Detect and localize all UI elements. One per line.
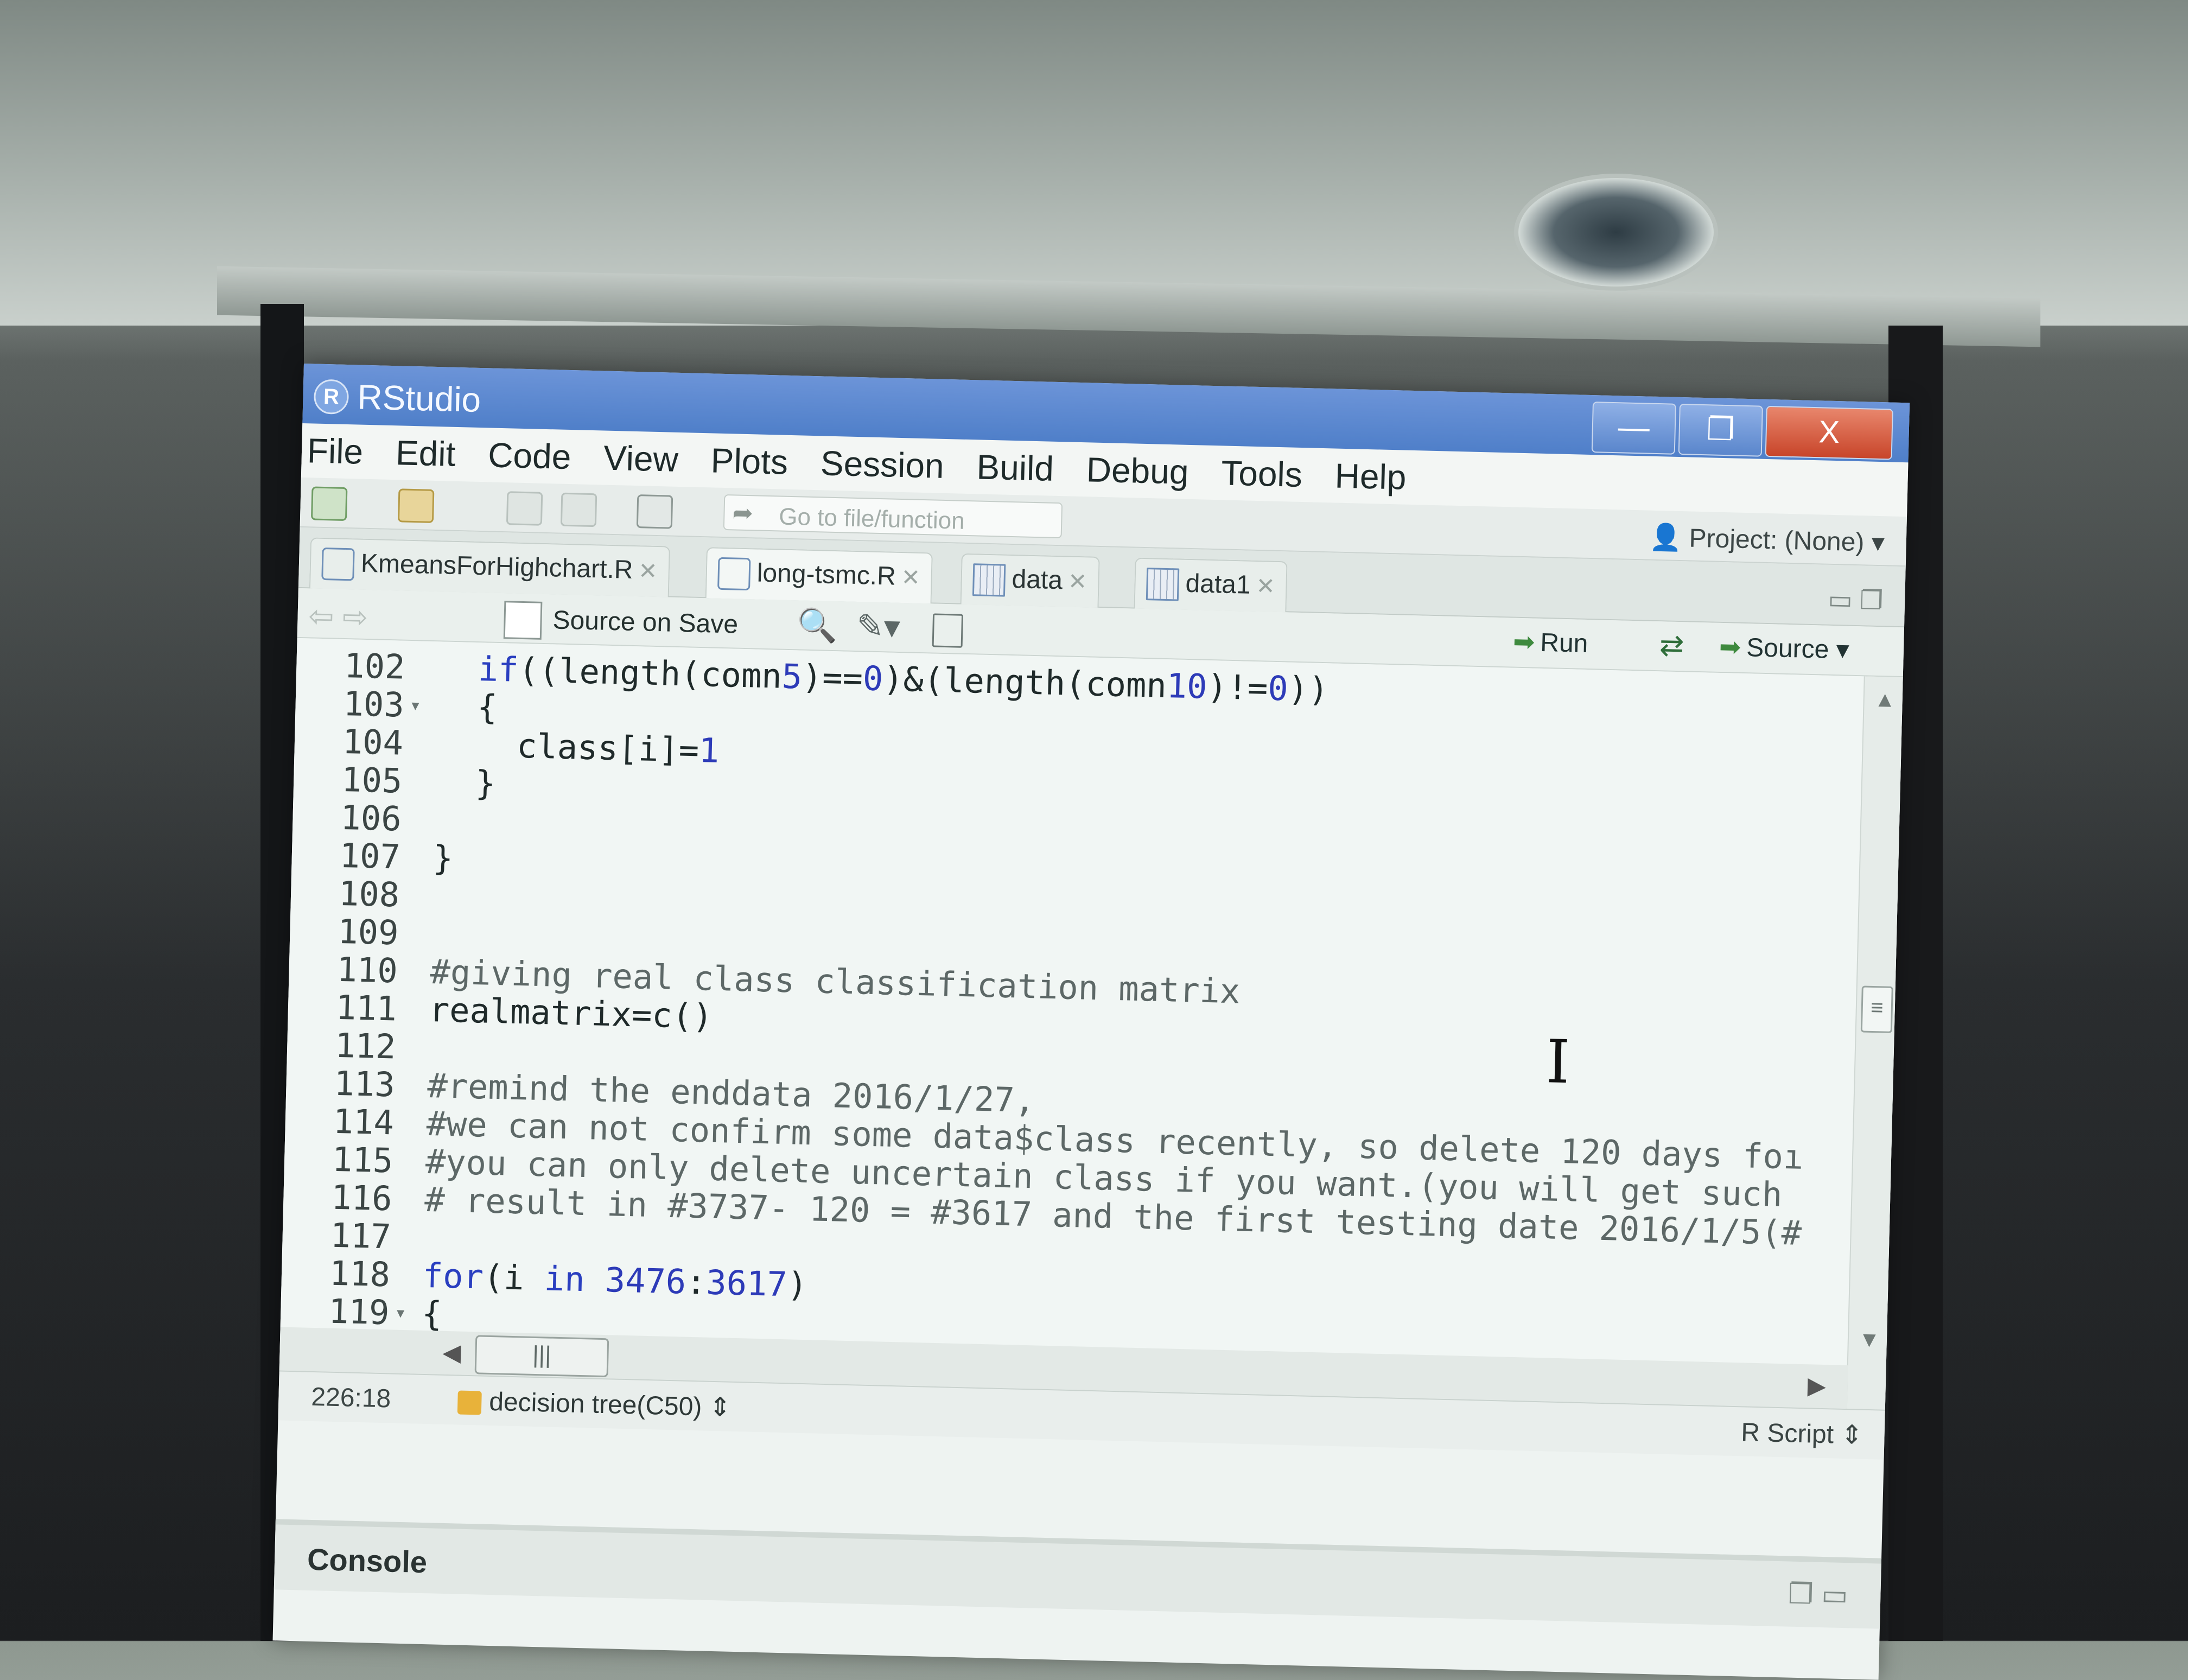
maximize-pane-icon[interactable]: ▭ [1821,1579,1849,1611]
rstudio-logo-icon: R [313,379,349,415]
tab-label: data [1012,565,1063,595]
pane-controls: ▭ ❐ [1828,584,1884,616]
scope-selector[interactable]: decision tree(C50) ⇕ [457,1386,732,1423]
scroll-left-icon[interactable]: ◀ [442,1339,461,1367]
source-on-save-label: Source on Save [552,606,739,639]
cursor-position: 226:18 [310,1382,391,1414]
close-button[interactable]: X [1765,405,1893,460]
project-menu[interactable]: 👤 Project: (None) ▾ [1649,521,1885,558]
scroll-down-icon[interactable]: ▼ [1858,1328,1880,1353]
rstudio-window: R RStudio — ❐ X File Edit Code View Plot… [272,364,1910,1680]
minimize-pane-icon[interactable]: ▭ [1828,586,1853,615]
save-icon[interactable] [506,491,543,526]
project-label: Project: (None) [1689,524,1865,557]
rerun-icon[interactable]: ⇄ [1659,628,1684,663]
print-icon[interactable] [636,494,673,529]
horizontal-scroll-thumb[interactable]: ||| [474,1335,609,1378]
goto-placeholder: Go to file/function [778,503,965,534]
goto-arrow-icon: ➦ [732,498,754,527]
updown-icon: ⇕ [701,1392,732,1422]
close-tab-icon[interactable]: ✕ [1256,573,1275,599]
console-title: Console [307,1542,428,1580]
r-script-icon [321,548,355,581]
save-all-icon[interactable] [560,492,597,527]
source-label: Source [1746,633,1829,664]
compile-report-icon[interactable] [932,613,964,648]
fold-toggle-icon[interactable]: ▾ [409,684,422,727]
console-pane-header: Console ❐ ▭ [274,1519,1882,1629]
menu-code[interactable]: Code [487,435,572,477]
filetype-label: R Script [1740,1418,1834,1449]
code-text: { [421,1293,443,1334]
code-tools-wand-icon[interactable]: ✎▾ [856,607,901,646]
projector-lens [1514,174,1718,291]
run-label: Run [1540,628,1589,658]
tab-data1[interactable]: data1 ✕ [1134,557,1288,613]
source-arrow-icon: ➡ [1719,632,1741,662]
tab-data[interactable]: data ✕ [960,553,1100,608]
scope-label: decision tree(C50) [488,1387,703,1422]
tab-label: data1 [1185,569,1251,600]
scroll-thumb[interactable]: ≡ [1860,985,1893,1033]
source-button[interactable]: ➡ Source ▾ [1719,632,1849,665]
close-tab-icon[interactable]: ✕ [638,558,658,584]
fold-toggle-icon[interactable]: ▾ [394,1292,407,1335]
filetype-selector[interactable]: R Script ⇕ [1741,1417,1863,1450]
window-controls: — ❐ X [1588,402,1893,460]
data-grid-icon [972,563,1006,597]
new-file-icon[interactable] [310,486,348,521]
project-icon: 👤 [1649,523,1690,553]
r-script-icon [717,557,751,591]
tab-kmeansforhighchart[interactable]: KmeansForHighchart.R ✕ [309,537,670,597]
console-pane-controls: ❐ ▭ [1788,1578,1848,1612]
open-folder-icon[interactable] [397,488,435,523]
source-on-save-checkbox[interactable] [503,601,543,640]
back-forward-icons[interactable]: ⇦ ⇨ [308,598,368,635]
menu-debug[interactable]: Debug [1086,449,1189,492]
tab-label: KmeansForHighchart.R [360,549,634,584]
close-tab-icon[interactable]: ✕ [901,564,920,590]
menu-build[interactable]: Build [976,447,1054,488]
menu-edit[interactable]: Edit [395,432,456,474]
code-editor[interactable]: 102 if((length(comn5)==0)&(length(comn10… [279,638,1903,1410]
close-tab-icon[interactable]: ✕ [1067,569,1087,595]
menu-help[interactable]: Help [1334,455,1407,497]
function-scope-icon [457,1390,482,1415]
chevron-down-icon: ▾ [1863,528,1885,558]
tab-label: long-tsmc.R [756,558,896,591]
scroll-right-icon[interactable]: ▶ [1807,1372,1826,1400]
chevron-down-icon[interactable]: ▾ [1829,635,1849,665]
goto-file-function-input[interactable]: ➦ Go to file/function [723,494,1063,539]
data-grid-icon [1146,568,1180,601]
restore-pane-icon[interactable]: ❐ [1788,1579,1814,1611]
run-arrow-icon: ➡ [1512,627,1535,657]
maximize-button[interactable]: ❐ [1678,403,1763,457]
minimize-button[interactable]: — [1591,402,1676,455]
maximize-pane-icon[interactable]: ❐ [1860,586,1884,615]
run-button[interactable]: ➡ Run [1512,627,1588,659]
code-text: } [434,762,497,803]
updown-icon: ⇕ [1833,1420,1863,1450]
search-icon[interactable]: 🔍 [797,606,838,645]
menu-tools[interactable]: Tools [1221,453,1303,495]
menu-view[interactable]: View [603,438,678,480]
scroll-up-icon[interactable]: ▲ [1874,688,1896,712]
menu-plots[interactable]: Plots [710,440,788,482]
code-text: } [432,838,454,878]
text-cursor-icon: I [1545,1027,1571,1097]
menu-session[interactable]: Session [820,443,944,486]
menu-file[interactable]: File [307,430,364,472]
window-title: RStudio [357,377,482,419]
tab-long-tsmc[interactable]: long-tsmc.R ✕ [705,547,933,604]
code-text: { [436,686,498,727]
